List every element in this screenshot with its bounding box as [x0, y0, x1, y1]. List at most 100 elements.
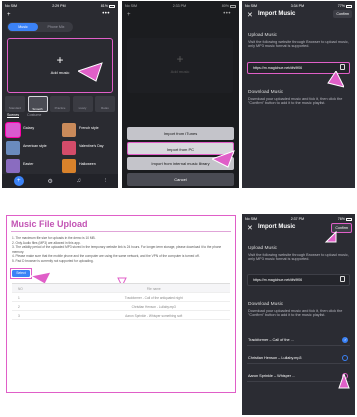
page-title: Import Music — [258, 224, 296, 230]
app-screen-import-sheet: No SIM 2:33 PM 80% + ••• + Add music Imp… — [122, 1, 239, 188]
scene-label: Valentine's Day — [79, 144, 104, 148]
mode-toggle[interactable]: Music Phone Mix — [7, 22, 73, 32]
clock-label: 3:34 PM — [290, 4, 305, 8]
bottom-toolbar: + ⚙ ♫ ⫶ — [2, 174, 118, 188]
row-no: 2 — [18, 305, 20, 309]
upload-url-field[interactable]: https://m.magichue.net/dfs9f06 — [247, 274, 350, 286]
upload-description: Visit the following website through Brow… — [248, 40, 349, 49]
column-no: NO — [18, 287, 23, 291]
battery-icon — [346, 217, 352, 221]
pointer-arrow-icon — [212, 150, 235, 168]
page-title: Music File Upload — [11, 219, 88, 229]
table-header: NO File name — [12, 284, 230, 293]
mode-lively[interactable]: Lively — [72, 96, 93, 112]
import-music-screen-selected: No SIM 2:37 PM 76% ✕ Import Music Confir… — [242, 214, 355, 415]
mode-smooth[interactable]: Smooth — [27, 96, 48, 112]
note-item: 3. The validity period of the uploaded M… — [12, 245, 222, 254]
mode-selector: Standard Smooth Practice Lively Relax — [5, 96, 115, 112]
download-description: Download your uploaded music and tick it… — [248, 309, 343, 318]
web-upload-page: Music File Upload 1. The maximum file si… — [6, 215, 236, 393]
row-file-name: Trackformer - Call of the antiquated nig… — [124, 296, 183, 300]
track-name: Trackformer – Call of the ... — [248, 338, 294, 342]
track-name: Aaron Sprinkle – Whisper ... — [248, 374, 296, 378]
track-item[interactable]: Trackformer – Call of the ... — [247, 334, 350, 346]
tab-scenes[interactable]: Scenes — [7, 113, 19, 118]
scene-halloween[interactable]: Halloween — [62, 159, 108, 173]
tab-costume[interactable]: Costume — [27, 113, 41, 118]
scene-label: Halloween — [79, 162, 96, 166]
mode-relax[interactable]: Relax — [95, 96, 115, 112]
carrier-label: No SIM — [245, 217, 257, 221]
scene-thumbnail — [6, 141, 20, 155]
table-row: 2 Christian Henson - Lullaby.mp3 — [12, 302, 230, 311]
download-heading: Download Music — [248, 302, 284, 307]
nav-bar: ✕ Import Music Confirm — [242, 222, 355, 234]
file-table: NO File name 1 Trackformer - Call of the… — [12, 283, 230, 320]
battery-icon — [109, 4, 115, 8]
table-row: 3 Aaron Sprinkle - Whisper something sof… — [12, 311, 230, 320]
equalizer-icon[interactable]: ⫶ — [105, 178, 107, 185]
toggle-music[interactable]: Music — [8, 23, 38, 31]
upload-description: Visit the following website through Brow… — [248, 253, 349, 262]
track-checkbox[interactable] — [342, 355, 348, 361]
upload-url: https://m.magichue.net/dfs9f06 — [253, 278, 303, 282]
scene-galaxy[interactable]: Galaxy — [6, 123, 52, 137]
confirm-button[interactable]: Confirm — [333, 10, 352, 18]
title-divider — [11, 231, 231, 232]
upload-heading: Upload Music — [248, 246, 278, 251]
row-file-name: Christian Henson - Lullaby.mp3 — [131, 305, 176, 309]
scene-label: Galaxy — [23, 126, 35, 130]
track-name: Christian Henson – Lullaby.mp3 — [248, 356, 302, 360]
clock-label: 2:37 PM — [290, 217, 305, 221]
pointer-arrow-icon — [78, 62, 103, 82]
pointer-arrow-icon — [327, 71, 344, 88]
note-item: 4. Please make sure that the mobile phon… — [12, 254, 200, 258]
copy-icon[interactable] — [340, 276, 345, 282]
track-checkbox[interactable] — [342, 337, 348, 343]
scene-label: Easter — [23, 162, 34, 166]
scene-thumbnail — [6, 159, 20, 173]
track-item[interactable]: Christian Henson – Lullaby.mp3 — [247, 352, 350, 364]
select-file-button[interactable]: Select — [12, 270, 30, 277]
scene-french-style[interactable]: French style — [62, 123, 108, 137]
upload-notes: 1. The maximum file size for uploads in … — [12, 236, 230, 263]
app-screen-home: No SIM 2:29 PM 81% + ••• Music Phone Mix… — [2, 1, 118, 188]
add-icon[interactable]: + — [7, 12, 11, 18]
battery-label: 81% — [101, 4, 115, 8]
table-row: 1 Trackformer - Call of the antiquated n… — [12, 293, 230, 302]
cancel-button[interactable]: Cancel — [127, 173, 234, 186]
battery-label: 77% — [338, 4, 352, 8]
scene-valentines-day[interactable]: Valentine's Day — [62, 141, 108, 155]
close-icon[interactable]: ✕ — [247, 224, 253, 232]
settings-icon[interactable]: ⚙ — [47, 178, 52, 185]
scene-thumbnail — [62, 141, 76, 155]
scene-thumbnail — [62, 159, 76, 173]
scene-thumbnail — [6, 123, 20, 137]
nav-bar: ✕ Import Music Confirm — [242, 9, 355, 21]
upload-url: https://m.magichue.net/dfs9f06 — [253, 66, 303, 70]
close-icon[interactable]: ✕ — [247, 11, 253, 19]
clock-label: 2:29 PM — [52, 4, 66, 8]
row-no: 3 — [18, 314, 20, 318]
copy-icon[interactable] — [340, 64, 345, 70]
row-file-name: Aaron Sprinkle - Whisper something soft — [125, 314, 183, 318]
add-button[interactable]: + — [13, 176, 24, 186]
status-bar: No SIM 2:29 PM 81% — [5, 3, 115, 9]
toggle-phone-mix[interactable]: Phone Mix — [40, 23, 72, 31]
microphone-icon[interactable]: ♫ — [76, 178, 81, 184]
import-itunes-option[interactable]: Import from iTunes — [127, 127, 234, 140]
note-item: 5. Pad D browser is currently not suppor… — [12, 258, 94, 263]
row-no: 1 — [18, 296, 20, 300]
carrier-label: No SIM — [5, 4, 17, 8]
pointer-arrow-icon — [338, 374, 350, 389]
more-icon[interactable]: ••• — [102, 11, 110, 17]
download-description: Download your uploaded music and tick it… — [248, 97, 343, 106]
scene-label: French style — [79, 126, 99, 130]
scene-tabs: Scenes Costume — [7, 113, 41, 118]
page-title: Import Music — [258, 11, 296, 17]
mode-practice[interactable]: Practice — [50, 96, 70, 112]
scene-american-style[interactable]: American style — [6, 141, 52, 155]
mode-standard[interactable]: Standard — [5, 96, 25, 112]
scene-easter[interactable]: Easter — [6, 159, 52, 173]
track-item[interactable]: Aaron Sprinkle – Whisper ... — [247, 370, 350, 382]
